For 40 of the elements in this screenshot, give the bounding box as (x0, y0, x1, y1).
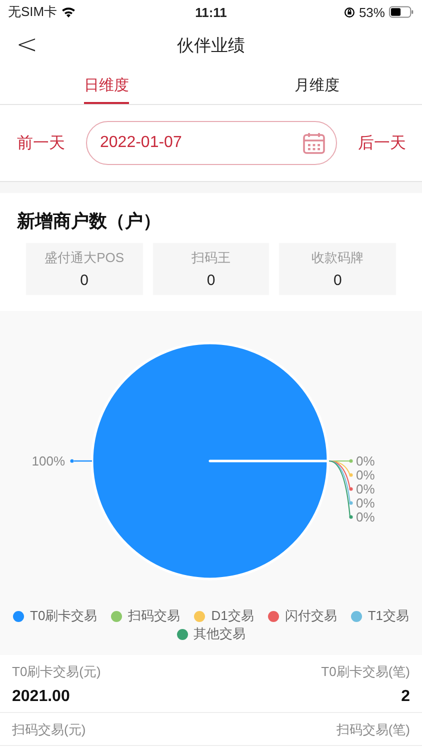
data-label: 0% (356, 454, 375, 468)
stat-label: 收款码牌 (312, 249, 364, 267)
stat-value: 2021.00 (12, 688, 71, 706)
stat-value: 0 (206, 272, 216, 289)
stat-value: 0 (334, 272, 342, 289)
battery-percent: 53% (358, 4, 385, 20)
tab[interactable]: 日维度 (84, 66, 129, 104)
data-label: 0% (356, 468, 375, 482)
back-button[interactable]: < (10, 30, 44, 60)
data-label: 0% (356, 482, 375, 496)
previous-day-link[interactable]: 前一天 (17, 132, 65, 154)
data-label: 0% (356, 510, 375, 524)
carrier-label: 无SIM卡 (8, 3, 58, 21)
data-label: 100% (32, 454, 65, 468)
legend-label: T1交易 (368, 607, 409, 625)
stat-label: T0刷卡交易(笔) (321, 663, 410, 681)
stat-label: 扫码交易(元) (12, 721, 86, 739)
battery-icon (388, 6, 414, 18)
stat-label: 盛付通大POS (44, 249, 124, 267)
page-title: 伙伴业绩 (177, 34, 245, 56)
legend-label: 其他交易 (194, 625, 246, 643)
data-label: 0% (356, 496, 375, 510)
stat-label: T0刷卡交易(元) (12, 663, 101, 681)
calendar-icon[interactable] (302, 131, 326, 155)
legend-label: D1交易 (211, 607, 254, 625)
stat-label: 扫码交易(笔) (336, 721, 410, 739)
legend-label: 扫码交易 (128, 607, 180, 625)
stat-label: 扫码王 (192, 249, 230, 267)
date-field[interactable]: 2022-01-07 (86, 121, 337, 165)
leader-line (70, 459, 92, 463)
tab[interactable]: 月维度 (212, 66, 422, 104)
time-label: 11:11 (195, 4, 227, 20)
next-day-link[interactable]: 后一天 (358, 132, 406, 154)
stat-value: 0 (80, 272, 88, 289)
legend-label: T0刷卡交易 (30, 607, 98, 625)
wifi-icon (61, 6, 76, 18)
section-title: 新增商户数（户） (17, 210, 162, 233)
stat-value: 2 (401, 688, 410, 706)
rotation-lock-icon (344, 6, 355, 18)
legend-label: 闪付交易 (284, 607, 337, 625)
